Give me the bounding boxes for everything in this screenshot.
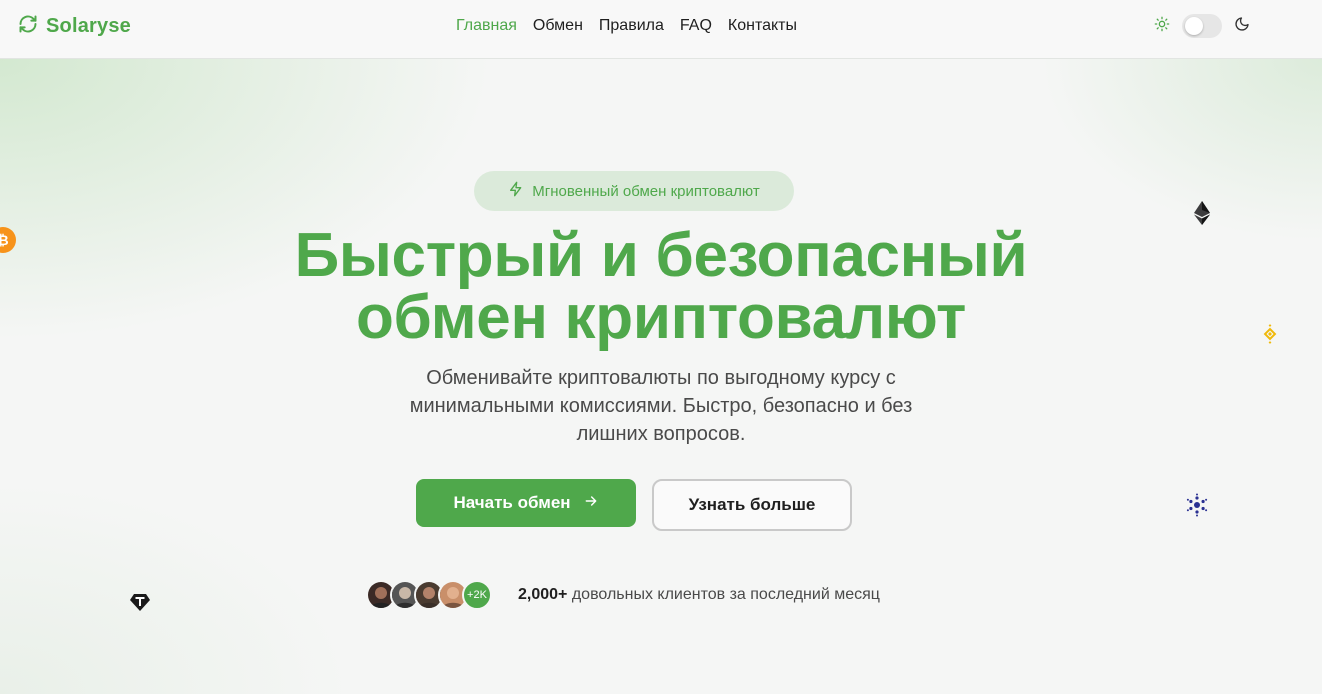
avatar-group: +2K — [366, 580, 492, 610]
hero-subtitle-line-1: Обменивайте криптовалюты по выгодному ку… — [426, 367, 896, 389]
nav-item-exchange[interactable]: Обмен — [533, 17, 583, 35]
cardano-icon — [1185, 493, 1209, 522]
social-proof: +2K 2,000+ довольных клиентов за последн… — [366, 580, 880, 610]
avatar-more-count: +2K — [462, 580, 492, 610]
main-nav: Главная Обмен Правила FAQ Контакты — [456, 17, 797, 35]
sun-icon — [1154, 16, 1170, 37]
bitcoin-icon: ₿ — [0, 227, 16, 258]
clients-caption: довольных клиентов за последний месяц — [571, 586, 880, 603]
hero-subtitle: Обменивайте криптовалюты по выгодному ку… — [351, 364, 971, 448]
start-exchange-button[interactable]: Начать обмен — [416, 479, 636, 527]
arrow-right-icon — [583, 493, 599, 514]
hero-subtitle-line-3: лишних вопросов. — [576, 423, 746, 445]
theme-toggle[interactable] — [1182, 14, 1222, 38]
hero-section: Мгновенный обмен криптовалют Быстрый и б… — [0, 59, 1322, 694]
site-header: Solaryse Главная Обмен Правила FAQ Конта… — [0, 0, 1322, 59]
refresh-icon — [18, 14, 38, 39]
clients-count: 2,000+ — [518, 586, 568, 603]
badge-label: Мгновенный обмен криптовалют — [532, 182, 760, 200]
lightning-icon — [508, 181, 524, 202]
nav-item-faq[interactable]: FAQ — [680, 17, 712, 35]
hero-title-line-1: Быстрый и безопасный — [294, 221, 1028, 290]
svg-text:₿: ₿ — [0, 233, 9, 249]
nav-item-contacts[interactable]: Контакты — [728, 17, 797, 35]
binance-icon — [1260, 324, 1280, 349]
logo[interactable]: Solaryse — [18, 14, 131, 39]
brand-name: Solaryse — [46, 15, 131, 37]
clients-text: 2,000+ довольных клиентов за последний м… — [518, 586, 880, 604]
ethereum-icon — [1194, 201, 1210, 230]
theme-switcher — [1154, 14, 1250, 38]
tether-icon — [130, 592, 150, 617]
start-exchange-label: Начать обмен — [453, 493, 571, 512]
toggle-knob — [1185, 17, 1203, 35]
nav-item-rules[interactable]: Правила — [599, 17, 664, 35]
hero-title: Быстрый и безопасный обмен криптовалют — [161, 225, 1161, 349]
learn-more-button[interactable]: Узнать больше — [652, 479, 852, 531]
instant-exchange-badge: Мгновенный обмен криптовалют — [474, 171, 794, 211]
hero-subtitle-line-2: минимальными комиссиями. Быстро, безопас… — [409, 395, 913, 417]
nav-item-home[interactable]: Главная — [456, 17, 517, 35]
hero-title-line-2: обмен криптовалют — [355, 283, 967, 352]
moon-icon — [1234, 16, 1250, 37]
learn-more-label: Узнать больше — [688, 495, 816, 514]
